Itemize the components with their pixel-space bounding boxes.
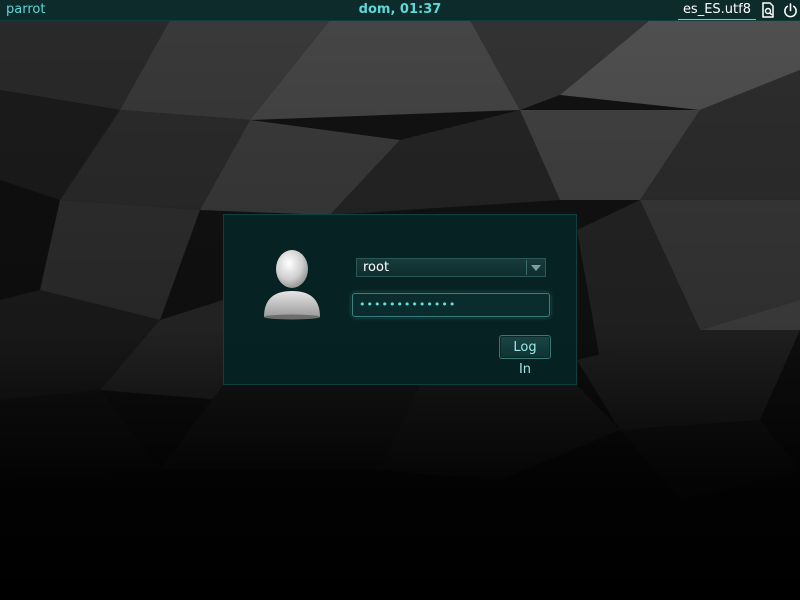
accessibility-icon[interactable] [758, 0, 778, 20]
login-screen: parrot dom, 01:37 es_ES.utf8 root ••••••… [0, 0, 800, 600]
username-value: root [363, 260, 390, 275]
top-panel: parrot dom, 01:37 es_ES.utf8 [0, 0, 800, 21]
password-input[interactable]: ••••••••••••• [352, 293, 550, 317]
login-button[interactable]: Log In [499, 335, 551, 377]
login-panel: root ••••••••••••• Log In [223, 214, 577, 385]
power-icon[interactable] [780, 0, 800, 20]
user-avatar-icon [264, 250, 320, 320]
language-selector[interactable]: es_ES.utf8 [677, 0, 756, 20]
top-panel-indicators: es_ES.utf8 [677, 0, 800, 20]
username-dropdown[interactable]: root [356, 258, 546, 277]
chevron-down-icon[interactable] [527, 259, 545, 276]
